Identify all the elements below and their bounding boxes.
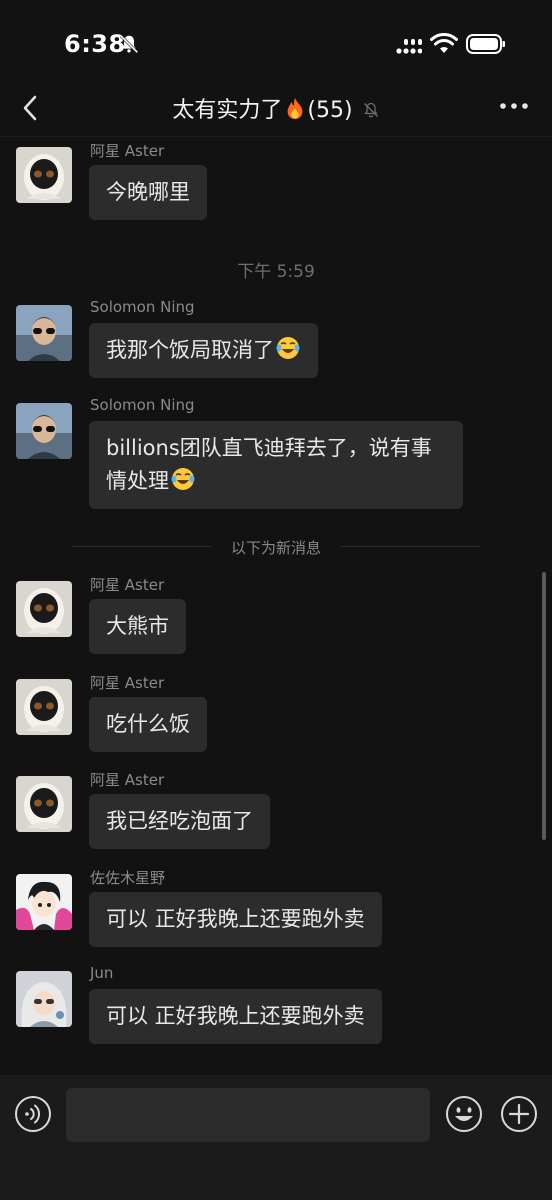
ellipsis-icon[interactable] <box>498 98 530 114</box>
group-name: 太有实力了 <box>172 98 283 123</box>
sender-name: 佐佐木星野 <box>90 869 166 887</box>
sender-name: 阿星 Aster <box>90 576 165 594</box>
message-bubble[interactable]: 我那个饭局取消了 <box>89 323 318 378</box>
message-bubble[interactable]: 吃什么饭 <box>89 697 207 752</box>
tears-of-joy-emoji <box>171 468 195 490</box>
sender-name: 阿星 Aster <box>90 674 165 692</box>
chat-header: 太有实力了 (55) <box>0 80 552 136</box>
sender-name: Solomon Ning <box>90 396 195 414</box>
voice-icon[interactable] <box>14 1095 52 1133</box>
avatar[interactable] <box>16 403 72 459</box>
status-time: 6:38 <box>64 30 126 58</box>
avatar[interactable] <box>16 874 72 930</box>
sender-name: 阿星 Aster <box>90 142 165 160</box>
signal-icon <box>396 39 422 54</box>
new-messages-label: 以下为新消息 <box>230 539 321 557</box>
message-bubble[interactable]: 大熊市 <box>89 599 186 654</box>
plus-icon[interactable] <box>500 1095 538 1133</box>
sender-name: Jun <box>90 964 114 982</box>
message-timestamp: 下午 5:59 <box>237 262 315 282</box>
avatar[interactable] <box>16 971 72 1027</box>
status-bar: 6:38 <box>0 0 552 88</box>
tears-of-joy-emoji <box>276 337 300 359</box>
bell-off-icon <box>119 34 139 54</box>
message-bubble[interactable]: 今晚哪里 <box>89 165 207 220</box>
message-input[interactable] <box>66 1088 430 1142</box>
message-bubble[interactable]: 可以 正好我晚上还要跑外卖 <box>89 989 382 1044</box>
avatar[interactable] <box>16 679 72 735</box>
smiley-icon[interactable] <box>445 1095 483 1133</box>
message-text: 我那个饭局取消了 <box>106 338 274 362</box>
new-messages-divider: 以下为新消息 <box>72 535 480 559</box>
avatar[interactable] <box>16 147 72 203</box>
chat-title: 太有实力了 (55) <box>0 92 552 124</box>
chat-scrollbar[interactable] <box>542 572 546 840</box>
avatar[interactable] <box>16 581 72 637</box>
member-count: (55) <box>307 98 353 123</box>
avatar[interactable] <box>16 776 72 832</box>
message-bubble[interactable]: 我已经吃泡面了 <box>89 794 270 849</box>
wifi-icon <box>430 33 458 53</box>
message-text: billions团队直飞迪拜去了，说有事情处理 <box>106 436 432 493</box>
sender-name: Solomon Ning <box>90 298 195 316</box>
fire-emoji <box>288 97 303 120</box>
message-bubble[interactable]: billions团队直飞迪拜去了，说有事情处理 <box>89 421 463 509</box>
message-bubble[interactable]: 可以 正好我晚上还要跑外卖 <box>89 892 382 947</box>
sender-name: 阿星 Aster <box>90 771 165 789</box>
bell-off-icon <box>363 102 378 118</box>
avatar[interactable] <box>16 305 72 361</box>
message-list[interactable]: 阿星 Aster 今晚哪里 下午 5:59 Solomon Ning 我那个饭局… <box>0 137 552 1072</box>
battery-icon <box>466 34 505 54</box>
input-bar <box>0 1075 552 1200</box>
